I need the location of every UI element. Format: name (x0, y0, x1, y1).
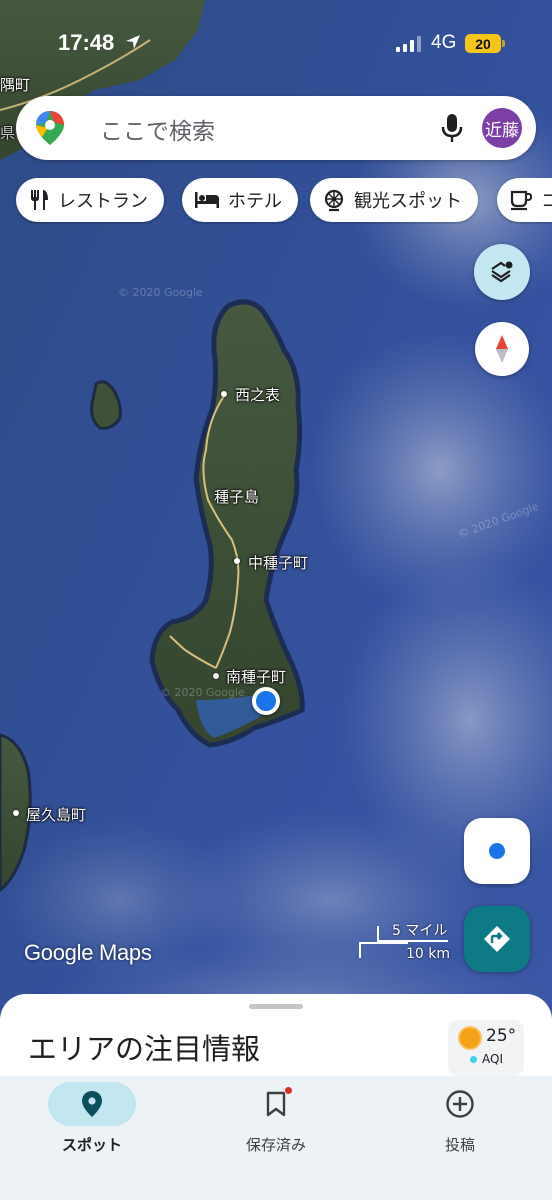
search-bar[interactable]: ここで検索 近藤 (16, 96, 536, 160)
compass-icon (496, 335, 508, 363)
scale-miles-label: 5 マイル (392, 923, 448, 939)
restaurant-icon (31, 190, 48, 210)
nav-item-contribute[interactable]: 投稿 (390, 1082, 530, 1155)
nav-item-explore[interactable]: スポット (22, 1082, 162, 1155)
map-label-nakatane[interactable]: 中種子町 (248, 552, 308, 573)
map-watermark: © 2020 Google (118, 286, 203, 299)
notification-badge (284, 1086, 293, 1095)
directions-button[interactable] (464, 906, 530, 972)
nav-icon-container (48, 1082, 136, 1126)
bookmark-icon (266, 1091, 286, 1117)
chip-label: レストラン (58, 191, 148, 212)
town-marker[interactable] (13, 810, 19, 816)
town-marker[interactable] (221, 391, 227, 397)
chip-attractions[interactable]: 観光スポット (310, 178, 478, 222)
search-input[interactable]: ここで検索 (100, 112, 215, 146)
directions-icon (484, 926, 510, 952)
battery-icon: 20 (465, 34, 501, 53)
chip-restaurant[interactable]: レストラン (16, 178, 164, 222)
status-time: 17:48 (58, 30, 115, 55)
map-label-tanegashima[interactable]: 種子島 (214, 486, 259, 507)
battery-tip (502, 40, 505, 47)
nav-label: 投稿 (444, 1136, 475, 1154)
signal-icon (396, 36, 421, 52)
nav-label: スポット (61, 1136, 122, 1154)
town-marker[interactable] (213, 673, 219, 679)
chip-coffee[interactable]: コ (497, 178, 552, 222)
google-maps-logo: Google Maps (24, 940, 152, 965)
sheet-drag-handle[interactable] (249, 1004, 303, 1009)
avatar[interactable]: 近藤 (482, 108, 522, 148)
town-marker[interactable] (234, 558, 240, 564)
weather-temperature: 25° (486, 1026, 517, 1046)
status-bar: 17:48 4G 20 (0, 0, 552, 90)
network-type: 4G (431, 32, 457, 53)
my-location-button[interactable] (464, 818, 530, 884)
hotel-icon (195, 192, 219, 208)
sheet-title: エリアの注目情報 (28, 1032, 261, 1066)
compass-button[interactable] (475, 322, 529, 376)
layers-icon (491, 261, 513, 283)
attraction-icon (324, 189, 344, 212)
add-circle-icon (446, 1090, 474, 1118)
nav-icon-container (232, 1082, 320, 1126)
nav-item-saved[interactable]: 保存済み (206, 1082, 346, 1155)
current-location-dot[interactable] (252, 687, 280, 715)
category-chips: レストラン ホテル 観光スポット コ (0, 178, 552, 224)
aqi-indicator-icon (470, 1056, 477, 1063)
sun-icon (460, 1028, 480, 1048)
weather-badge[interactable]: 25° AQI (448, 1020, 524, 1076)
chip-label: ホテル (228, 191, 282, 212)
chip-label: コ (541, 191, 552, 212)
map-label-yakushima[interactable]: 屋久島町 (26, 804, 86, 825)
place-icon (82, 1091, 102, 1117)
location-arrow-icon (126, 35, 140, 49)
coffee-icon (510, 190, 533, 211)
weather-aqi: AQI (482, 1052, 503, 1066)
nav-icon-container (416, 1082, 504, 1126)
chip-label: 観光スポット (354, 191, 462, 212)
mic-icon[interactable] (440, 112, 464, 144)
map-label-corner: 県 (0, 124, 16, 142)
chip-hotel[interactable]: ホテル (182, 178, 298, 222)
scale-km-label: 10 km (406, 946, 451, 962)
map-watermark: © 2020 Google (160, 686, 245, 699)
map-label-minamitane[interactable]: 南種子町 (226, 666, 286, 687)
map-label-nishinoomote[interactable]: 西之表 (235, 384, 280, 405)
google-maps-logo-icon (36, 111, 64, 145)
bottom-navigation: スポット 保存済み 投稿 (0, 1076, 552, 1200)
layers-button[interactable] (474, 244, 530, 300)
nav-label: 保存済み (245, 1136, 306, 1154)
my-location-icon (489, 843, 505, 859)
